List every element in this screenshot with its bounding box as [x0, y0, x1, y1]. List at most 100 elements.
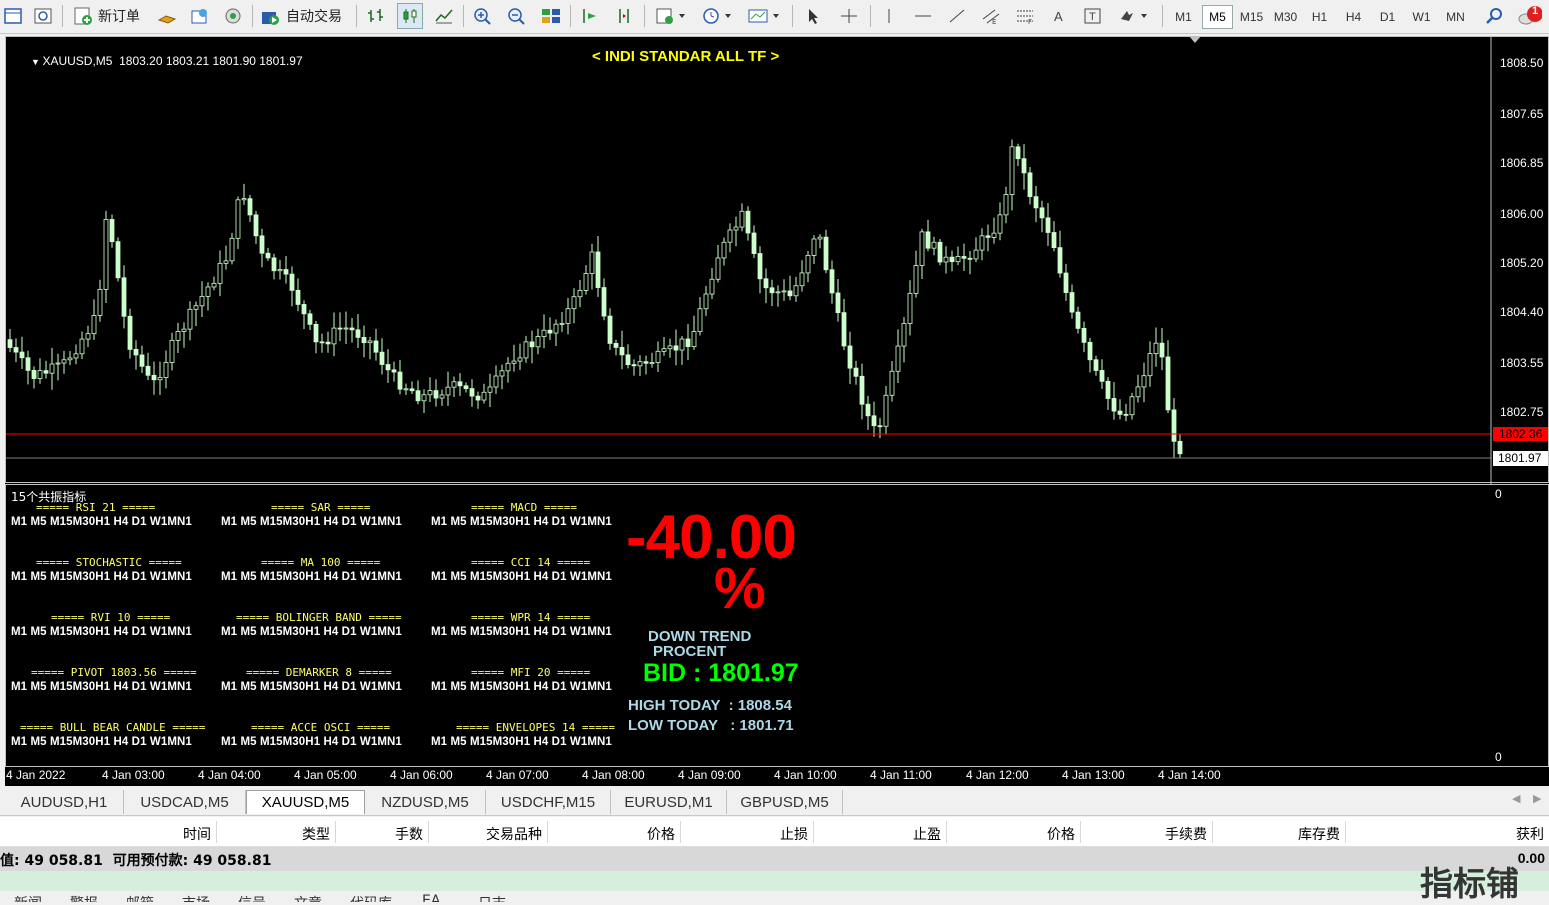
price-axis-label: 1805.20 [1500, 256, 1544, 270]
signal-icon[interactable] [220, 3, 246, 29]
terminal-tab[interactable]: 信号 [238, 893, 266, 902]
timeframe-m30-button[interactable]: M30 [1270, 5, 1301, 29]
timeframe-w1-button[interactable]: W1 [1406, 5, 1437, 29]
candle [1051, 221, 1057, 252]
terminal-tab[interactable]: EA [422, 893, 440, 902]
candle [1141, 362, 1147, 403]
timeframe-d1-button[interactable]: D1 [1372, 5, 1403, 29]
terminal-tab[interactable]: 警报 [70, 893, 98, 902]
search-icon[interactable] [1482, 3, 1508, 29]
symbol-tab[interactable]: XAUUSD,M5 [246, 790, 365, 814]
tab-scroll-right-icon[interactable]: ▶ [1533, 792, 1541, 805]
candle [265, 247, 271, 261]
chart-shift-icon[interactable] [578, 3, 604, 29]
candle [961, 243, 967, 272]
zoom-out-icon[interactable] [504, 3, 530, 29]
candle [823, 229, 829, 274]
notification-bell-icon[interactable]: 1 [1516, 3, 1542, 29]
candle [433, 379, 439, 407]
symbol-tab[interactable]: USDCAD,M5 [124, 790, 246, 814]
auto-trade-button[interactable]: 自动交易 [256, 3, 346, 29]
symbol-tab[interactable]: GBPUSD,M5 [727, 790, 843, 814]
horizontal-line-icon[interactable] [910, 3, 936, 29]
column-header[interactable]: 止盈 [821, 824, 941, 844]
column-header[interactable]: 获利 [1424, 824, 1544, 844]
terminal-tab[interactable]: 代码库 [350, 893, 392, 902]
text-icon[interactable]: A [1046, 3, 1072, 29]
candle [1075, 306, 1081, 334]
terminal-tab[interactable]: 邮箱 [126, 893, 154, 902]
crosshair-icon[interactable] [836, 3, 862, 29]
balance-row[interactable]: 值: 49 058.81 可用预付款: 49 058.81 0.00 [0, 847, 1549, 871]
candle [727, 223, 733, 253]
history-center-icon[interactable] [187, 3, 213, 29]
templates-icon[interactable] [744, 3, 784, 29]
terminal-tab[interactable]: 新闻 [14, 893, 42, 902]
chart-window[interactable]: ▼ XAUUSD,M5 1803.20 1803.21 1801.90 1801… [5, 36, 1549, 786]
candlestick-chart-icon[interactable] [397, 3, 423, 29]
column-header[interactable]: 库存费 [1220, 824, 1340, 844]
candle [649, 352, 655, 368]
timeframe-mn-button[interactable]: MN [1440, 5, 1471, 29]
candle [853, 360, 859, 385]
symbol-tab[interactable]: EURUSD,M1 [611, 790, 727, 814]
candle [1069, 284, 1075, 319]
symbol-tab[interactable]: USDCHF,M15 [486, 790, 611, 814]
column-header[interactable]: 止损 [688, 824, 808, 844]
equidistant-channel-icon[interactable]: E [978, 3, 1004, 29]
zoom-window-icon[interactable] [30, 3, 56, 29]
fibonacci-icon[interactable]: F [1012, 3, 1038, 29]
candle [301, 300, 307, 330]
chart-shift-marker-icon[interactable] [1189, 36, 1201, 43]
trend-line-icon[interactable] [944, 3, 970, 29]
arrows-dropdown-icon[interactable] [1114, 3, 1152, 29]
column-header[interactable]: 交易品种 [422, 824, 542, 844]
gold-bars-icon[interactable] [154, 3, 180, 29]
candle [241, 183, 247, 205]
candle [13, 338, 19, 363]
new-order-button[interactable]: 新订单 [68, 3, 144, 29]
indicators-dropdown-icon[interactable] [652, 3, 690, 29]
timeframe-h4-button[interactable]: H4 [1338, 5, 1369, 29]
column-header[interactable]: 手数 [303, 824, 423, 844]
symbol-tab[interactable]: NZDUSD,M5 [365, 790, 486, 814]
terminal-tab[interactable]: 文章 [294, 893, 322, 902]
candle [1081, 321, 1087, 353]
candlestick-chart[interactable] [6, 37, 1549, 484]
indicator-timeframe-row: M1 M5 M15M30H1 H4 D1 W1MN1 [431, 516, 612, 528]
chart-menu-triangle-icon[interactable]: ▼ [31, 57, 42, 67]
column-header[interactable]: 手续费 [1087, 824, 1207, 844]
column-header[interactable]: 价格 [955, 824, 1075, 844]
candle [181, 322, 187, 348]
symbol-tab[interactable]: AUDUSD,H1 [5, 790, 124, 814]
candle [721, 237, 727, 266]
timeframe-m1-button[interactable]: M1 [1168, 5, 1199, 29]
indicator-panel[interactable]: 15个共振指标 0 0 ===== RSI 21 ===== M1 M5 M15M… [5, 484, 1549, 767]
timeframe-h1-button[interactable]: H1 [1304, 5, 1335, 29]
column-header[interactable]: 价格 [555, 824, 675, 844]
periods-clock-icon[interactable] [698, 3, 736, 29]
market-watch-icon[interactable] [0, 3, 26, 29]
column-header[interactable]: 时间 [91, 824, 211, 844]
candle [637, 355, 643, 377]
vertical-line-icon[interactable] [876, 3, 902, 29]
empty-row [0, 871, 1549, 891]
tile-windows-icon[interactable] [538, 3, 564, 29]
price-panel[interactable]: ▼ XAUUSD,M5 1803.20 1803.21 1801.90 1801… [5, 36, 1549, 484]
cursor-icon[interactable] [800, 3, 826, 29]
timeframe-m5-button[interactable]: M5 [1202, 5, 1233, 29]
candle [1159, 327, 1165, 371]
tab-scroll-left-icon[interactable]: ◀ [1512, 792, 1520, 805]
line-chart-icon[interactable] [431, 3, 457, 29]
terminal-tab[interactable]: 市场 [182, 893, 210, 902]
candle [121, 265, 127, 329]
candle [103, 210, 109, 304]
terminal-tab[interactable]: 日志 [478, 893, 506, 902]
timeframe-m15-button[interactable]: M15 [1236, 5, 1267, 29]
bar-chart-icon[interactable] [363, 3, 389, 29]
zoom-in-icon[interactable] [470, 3, 496, 29]
candle [319, 333, 325, 353]
text-label-icon[interactable]: T [1080, 3, 1106, 29]
auto-scroll-icon[interactable] [612, 3, 638, 29]
candle [739, 203, 745, 232]
